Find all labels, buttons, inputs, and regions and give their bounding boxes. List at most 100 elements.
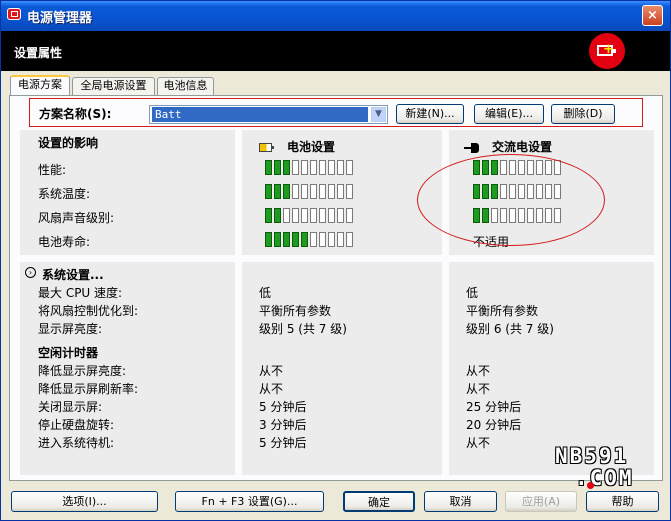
idle-battery-standby: 5 分钟后 <box>259 436 307 450</box>
system-ac-cpu: 低 <box>466 286 479 300</box>
meter-segment-empty <box>292 184 299 199</box>
meter-segment-empty <box>346 208 353 223</box>
system-ac-brightness: 级别 6 (共 7 级) <box>466 322 554 336</box>
meter-segment-empty <box>301 184 308 199</box>
system-row-label-cpu: 最大 CPU 速度: <box>38 286 123 300</box>
meter-segment-empty <box>301 208 308 223</box>
battery-meter-fan-noise <box>265 208 353 223</box>
watermark-dot <box>587 482 594 489</box>
meter-segment-filled <box>274 160 281 175</box>
idle-battery-display-off: 5 分钟后 <box>259 400 307 414</box>
meter-segment-empty <box>346 232 353 247</box>
system-row-label-fan: 将风扇控制优化到: <box>38 304 139 318</box>
idle-battery-refresh: 从不 <box>259 382 284 396</box>
system-settings-link[interactable]: 系统设置... <box>42 266 104 283</box>
impact-row-label-performance: 性能: <box>38 163 67 177</box>
expand-arrow-icon[interactable]: › <box>25 267 36 278</box>
fn-f3-settings-button[interactable]: Fn + F3 设置(G)... <box>175 491 324 512</box>
idle-ac-standby: 从不 <box>466 436 491 450</box>
meter-segment-empty <box>328 208 335 223</box>
meter-segment-filled <box>274 208 281 223</box>
idle-battery-hdd: 3 分钟后 <box>259 418 307 432</box>
meter-segment-empty <box>319 232 326 247</box>
highlight-oval <box>417 154 605 246</box>
idle-row-label-display-off: 关闭显示屏: <box>38 400 103 414</box>
meter-segment-empty <box>301 160 308 175</box>
delete-scheme-button[interactable]: 删除(D) <box>551 104 615 124</box>
meter-segment-empty <box>310 160 317 175</box>
help-button[interactable]: 帮助 <box>586 491 659 512</box>
meter-segment-filled <box>301 232 308 247</box>
idle-row-label-standby: 进入系统待机: <box>38 436 115 450</box>
meter-segment-empty <box>319 184 326 199</box>
meter-segment-empty <box>292 208 299 223</box>
meter-segment-filled <box>283 160 290 175</box>
close-button[interactable]: × <box>642 5 663 26</box>
power-app-icon <box>7 8 21 20</box>
meter-segment-empty <box>310 184 317 199</box>
battery-meter-battery-life <box>265 232 353 247</box>
meter-segment-empty <box>328 232 335 247</box>
options-button[interactable]: 选项(I)... <box>11 491 158 512</box>
system-row-label-brightness: 显示屏亮度: <box>38 322 103 336</box>
system-battery-cpu: 低 <box>259 286 272 300</box>
meter-segment-empty <box>310 208 317 223</box>
meter-segment-filled <box>283 184 290 199</box>
battery-settings-title: 电池设置 <box>287 140 336 154</box>
scheme-name-label: 方案名称(S): <box>39 107 112 121</box>
ac-settings-title: 交流电设置 <box>492 140 553 154</box>
system-battery-brightness: 级别 5 (共 7 级) <box>259 322 347 336</box>
meter-segment-empty <box>337 160 344 175</box>
impact-row-label-battery-life: 电池寿命: <box>38 235 91 249</box>
meter-segment-empty <box>337 232 344 247</box>
idle-ac-refresh: 从不 <box>466 382 491 396</box>
ok-button[interactable]: 确定 <box>343 491 415 512</box>
tab-global-power-settings[interactable]: 全局电源设置 <box>72 77 155 95</box>
chevron-down-icon[interactable]: ▼ <box>371 107 386 122</box>
meter-segment-empty <box>292 160 299 175</box>
tab-power-scheme[interactable]: 电源方案 <box>10 75 70 95</box>
window-title: 电源管理器 <box>27 11 93 26</box>
impact-row-label-fan-noise: 风扇声音级别: <box>38 211 115 225</box>
idle-timer-title: 空闲计时器 <box>38 346 99 360</box>
battery-icon <box>259 143 274 152</box>
scheme-select[interactable]: Batt ▼ <box>149 105 388 124</box>
meter-segment-empty <box>310 232 317 247</box>
meter-segment-empty <box>319 160 326 175</box>
meter-segment-filled <box>265 208 272 223</box>
header-band: 设置属性 <box>1 31 670 71</box>
idle-ac-hdd: 20 分钟后 <box>466 418 522 432</box>
title-bar[interactable]: 电源管理器 × <box>1 1 670 31</box>
battery-meter-performance <box>265 160 353 175</box>
impact-row-label-temperature: 系统温度: <box>38 187 91 201</box>
new-scheme-button[interactable]: 新建(N)... <box>396 104 464 124</box>
battery-logo-icon: + <box>589 33 625 69</box>
idle-row-label-hdd: 停止硬盘旋转: <box>38 418 115 432</box>
meter-segment-empty <box>319 208 326 223</box>
meter-segment-empty <box>328 184 335 199</box>
idle-row-label-dim: 降低显示屏亮度: <box>38 364 127 378</box>
edit-scheme-button[interactable]: 编辑(E)... <box>474 104 544 124</box>
impact-title: 设置的影响 <box>38 136 99 150</box>
meter-segment-empty <box>346 184 353 199</box>
meter-segment-filled <box>283 232 290 247</box>
meter-segment-filled <box>274 184 281 199</box>
system-ac-fan: 平衡所有参数 <box>466 304 539 318</box>
watermark-logo: NB591 .COM <box>555 444 634 490</box>
apply-button[interactable]: 应用(A) <box>505 491 577 512</box>
scheme-select-value: Batt <box>152 107 368 122</box>
idle-ac-display-off: 25 分钟后 <box>466 400 522 414</box>
cancel-button[interactable]: 取消 <box>424 491 497 512</box>
system-battery-fan: 平衡所有参数 <box>259 304 332 318</box>
meter-segment-empty <box>346 160 353 175</box>
plug-icon <box>464 143 482 153</box>
meter-segment-filled <box>265 160 272 175</box>
battery-meter-temperature <box>265 184 353 199</box>
meter-segment-empty <box>283 208 290 223</box>
tab-battery-info[interactable]: 电池信息 <box>157 77 214 95</box>
meter-segment-filled <box>265 232 272 247</box>
meter-segment-empty <box>337 184 344 199</box>
meter-segment-empty <box>337 208 344 223</box>
meter-segment-empty <box>328 160 335 175</box>
idle-battery-dim: 从不 <box>259 364 284 378</box>
